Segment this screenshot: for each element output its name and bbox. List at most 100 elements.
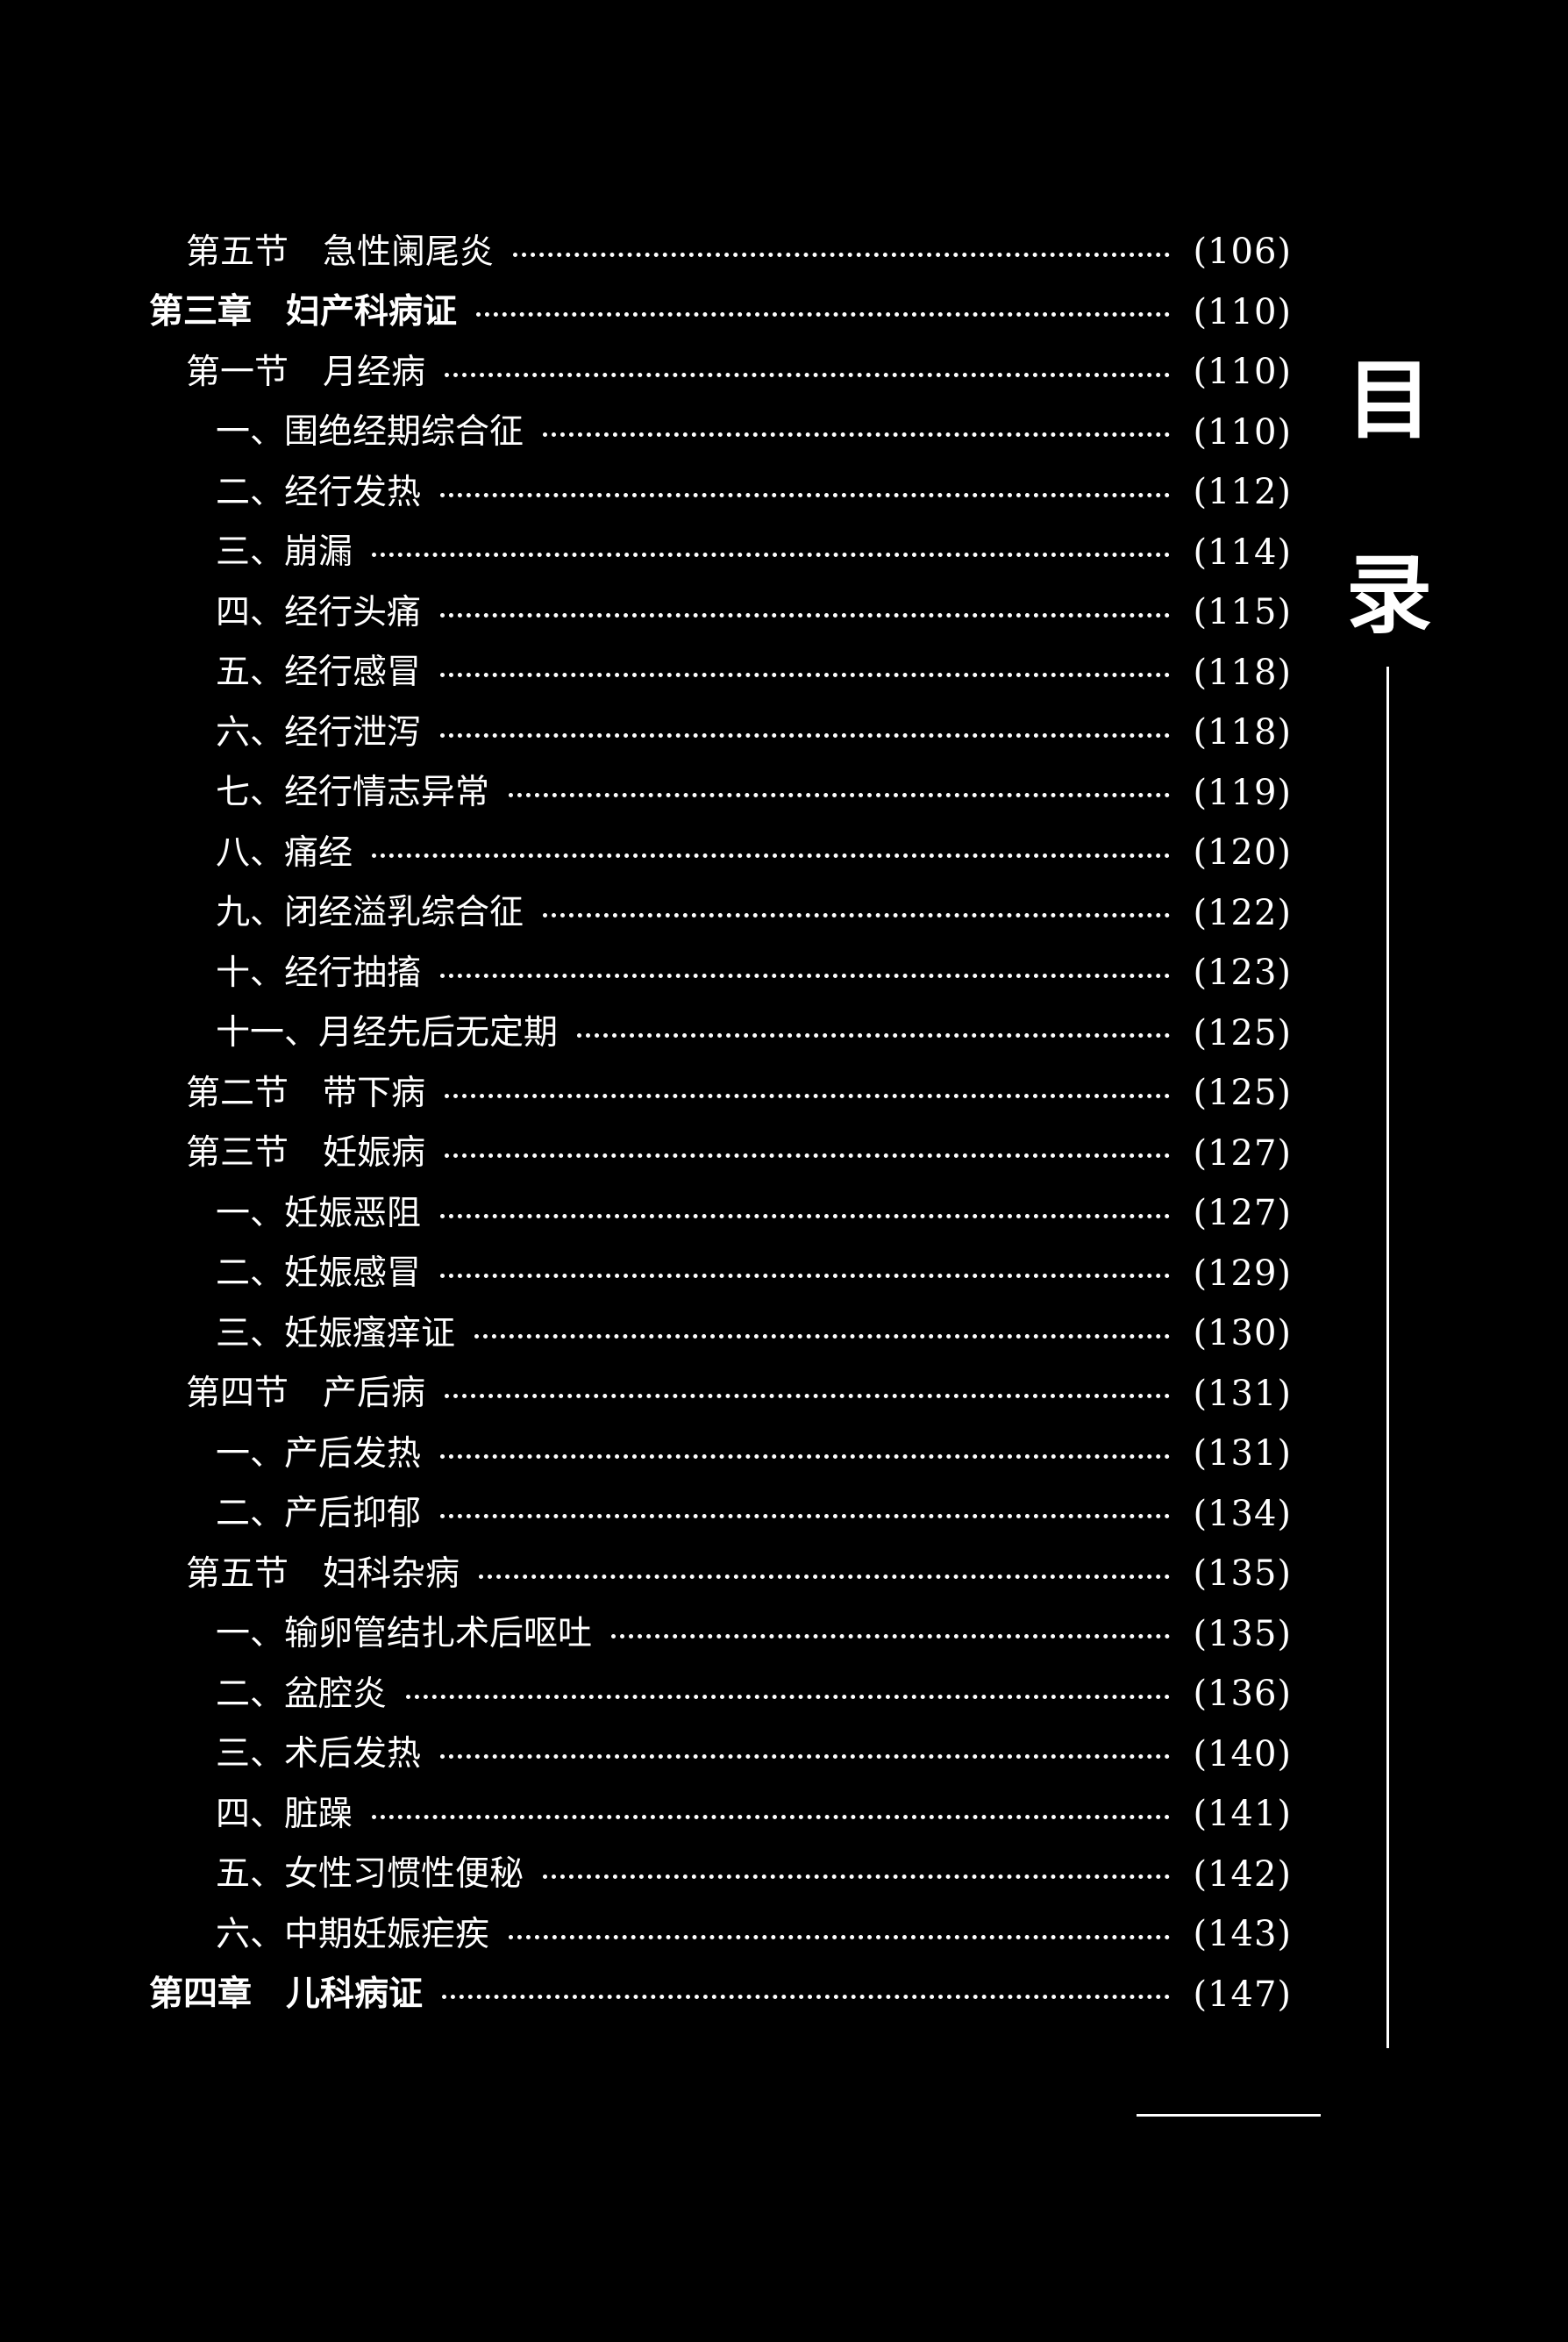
toc-section-entry[interactable]: 第四节 产后病 (131) — [0, 1364, 1568, 1424]
toc-entry-title: 第三节 妊娠病 — [186, 1133, 426, 1174]
toc-entry-page: (115) — [1193, 592, 1292, 633]
toc-entry-page: (127) — [1193, 1193, 1292, 1234]
toc-entry-title: 二、盆腔炎 — [216, 1674, 388, 1714]
leader-dots — [442, 1995, 1171, 2000]
toc-item-entry[interactable]: 五、经行感冒 (118) — [0, 643, 1568, 703]
toc-entry-page: (135) — [1193, 1553, 1292, 1595]
leader-dots — [440, 1514, 1171, 1519]
toc-entry-title: 一、输卵管结扎术后呕吐 — [216, 1614, 593, 1654]
toc-entry-page: (143) — [1193, 1914, 1292, 1955]
vertical-divider — [1386, 667, 1389, 2048]
toc-entry-title: 三、术后发热 — [216, 1734, 422, 1774]
toc-item-entry[interactable]: 四、经行头痛 (115) — [0, 582, 1568, 643]
leader-dots — [445, 1153, 1171, 1159]
toc-entry-page: (141) — [1193, 1794, 1292, 1835]
leader-dots — [513, 252, 1171, 257]
toc-entry-page: (129) — [1193, 1253, 1292, 1294]
toc-entry-title: 九、闭经溢乳综合征 — [216, 893, 524, 933]
toc-section-entry[interactable]: 第二节 带下病 (125) — [0, 1063, 1568, 1124]
leader-dots — [476, 312, 1171, 318]
leader-dots — [440, 1274, 1171, 1279]
leader-dots — [440, 1453, 1171, 1459]
horizontal-divider — [1137, 2114, 1321, 2117]
toc-entry-title: 第五节 急性阑尾炎 — [186, 232, 495, 272]
leader-dots — [440, 492, 1171, 497]
toc-section-entry[interactable]: 第五节 急性阑尾炎 (106) — [0, 222, 1568, 282]
leader-dots — [372, 853, 1171, 858]
toc-entry-page: (130) — [1193, 1313, 1292, 1354]
toc-chapter-entry[interactable]: 第四章 儿科病证 (147) — [0, 1965, 1568, 2025]
toc-entry-page: (135) — [1193, 1613, 1292, 1654]
page-title-char: 录 — [1346, 546, 1433, 646]
toc-entry-title: 一、产后发热 — [216, 1433, 422, 1474]
leader-dots — [445, 1093, 1171, 1098]
toc-item-entry[interactable]: 六、中期妊娠疟疾 (143) — [0, 1904, 1568, 1965]
toc-entry-title: 六、经行泄泻 — [216, 712, 422, 753]
toc-entry-title: 三、妊娠瘙痒证 — [216, 1313, 456, 1353]
toc-entry-page: (110) — [1193, 291, 1292, 332]
toc-entry-title: 一、围绝经期综合征 — [216, 412, 524, 453]
toc-entry-page: (122) — [1193, 892, 1292, 933]
toc-item-entry[interactable]: 四、脏躁 (141) — [0, 1784, 1568, 1845]
toc-item-entry[interactable]: 三、崩漏 (114) — [0, 523, 1568, 583]
toc-entry-page: (110) — [1193, 411, 1292, 453]
toc-entry-title: 二、妊娠感冒 — [216, 1253, 422, 1294]
toc-item-entry[interactable]: 十一、月经先后无定期 (125) — [0, 1003, 1568, 1064]
leader-dots — [440, 612, 1171, 618]
leader-dots — [440, 732, 1171, 738]
toc-entry-page: (134) — [1193, 1493, 1292, 1534]
toc-entry-title: 第四章 儿科病证 — [149, 1974, 424, 2015]
leader-dots — [440, 973, 1171, 978]
toc-entry-title: 十一、月经先后无定期 — [216, 1013, 559, 1053]
toc-item-entry[interactable]: 十、经行抽搐 (123) — [0, 943, 1568, 1003]
leader-dots — [611, 1634, 1171, 1639]
toc-entry-page: (110) — [1193, 352, 1292, 393]
toc-item-entry[interactable]: 三、妊娠瘙痒证 (130) — [0, 1303, 1568, 1364]
toc-entry-title: 五、女性习惯性便秘 — [216, 1854, 524, 1895]
toc-entry-title: 八、痛经 — [216, 832, 353, 873]
toc-item-entry[interactable]: 九、闭经溢乳综合征 (122) — [0, 883, 1568, 944]
leader-dots — [406, 1694, 1171, 1699]
toc-entry-title: 四、脏躁 — [216, 1794, 353, 1834]
leader-dots — [577, 1033, 1171, 1039]
toc-section-entry[interactable]: 第三节 妊娠病 (127) — [0, 1124, 1568, 1184]
toc-item-entry[interactable]: 六、经行泄泻 (118) — [0, 703, 1568, 763]
toc-chapter-entry[interactable]: 第三章 妇产科病证 (110) — [0, 282, 1568, 343]
toc-item-entry[interactable]: 一、妊娠恶阻 (127) — [0, 1183, 1568, 1244]
toc-entry-page: (120) — [1193, 832, 1292, 874]
toc-entry-page: (131) — [1193, 1373, 1292, 1414]
toc-item-entry[interactable]: 二、妊娠感冒 (129) — [0, 1244, 1568, 1304]
toc-item-entry[interactable]: 二、产后抑郁 (134) — [0, 1484, 1568, 1545]
toc-item-entry[interactable]: 八、痛经 (120) — [0, 823, 1568, 883]
leader-dots — [543, 432, 1171, 438]
toc-item-entry[interactable]: 二、盆腔炎 (136) — [0, 1664, 1568, 1724]
toc-entry-page: (118) — [1193, 652, 1292, 693]
toc-entry-title: 二、产后抑郁 — [216, 1494, 422, 1534]
toc-item-entry[interactable]: 一、输卵管结扎术后呕吐 (135) — [0, 1604, 1568, 1665]
toc-entry-page: (136) — [1193, 1674, 1292, 1715]
leader-dots — [440, 673, 1171, 678]
leader-dots — [543, 1874, 1171, 1880]
toc-section-entry[interactable]: 第一节 月经病 (110) — [0, 342, 1568, 403]
toc-entry-title: 三、崩漏 — [216, 532, 353, 573]
table-of-contents: 第五节 急性阑尾炎 (106) 第三章 妇产科病证 (110) 第一节 月经病 (11… — [0, 222, 1568, 2024]
toc-entry-title: 第一节 月经病 — [186, 352, 426, 392]
toc-entry-page: (125) — [1193, 1073, 1292, 1114]
toc-entry-title: 一、妊娠恶阻 — [216, 1193, 422, 1233]
toc-section-entry[interactable]: 第五节 妇科杂病 (135) — [0, 1544, 1568, 1604]
toc-entry-title: 第四节 产后病 — [186, 1374, 426, 1414]
toc-item-entry[interactable]: 五、女性习惯性便秘 (142) — [0, 1845, 1568, 1905]
toc-entry-title: 四、经行头痛 — [216, 592, 422, 632]
toc-entry-title: 六、中期妊娠疟疾 — [216, 1914, 490, 1954]
toc-item-entry[interactable]: 一、围绝经期综合征 (110) — [0, 403, 1568, 463]
leader-dots — [474, 1333, 1171, 1339]
leader-dots — [509, 1934, 1171, 1939]
toc-item-entry[interactable]: 一、产后发热 (131) — [0, 1424, 1568, 1484]
leader-dots — [479, 1574, 1171, 1579]
toc-item-entry[interactable]: 二、经行发热 (112) — [0, 462, 1568, 523]
toc-item-entry[interactable]: 七、经行情志异常 (119) — [0, 763, 1568, 824]
toc-entry-page: (123) — [1193, 953, 1292, 994]
toc-item-entry[interactable]: 三、术后发热 (140) — [0, 1724, 1568, 1785]
toc-entry-title: 五、经行感冒 — [216, 653, 422, 693]
toc-entry-page: (125) — [1193, 1012, 1292, 1053]
